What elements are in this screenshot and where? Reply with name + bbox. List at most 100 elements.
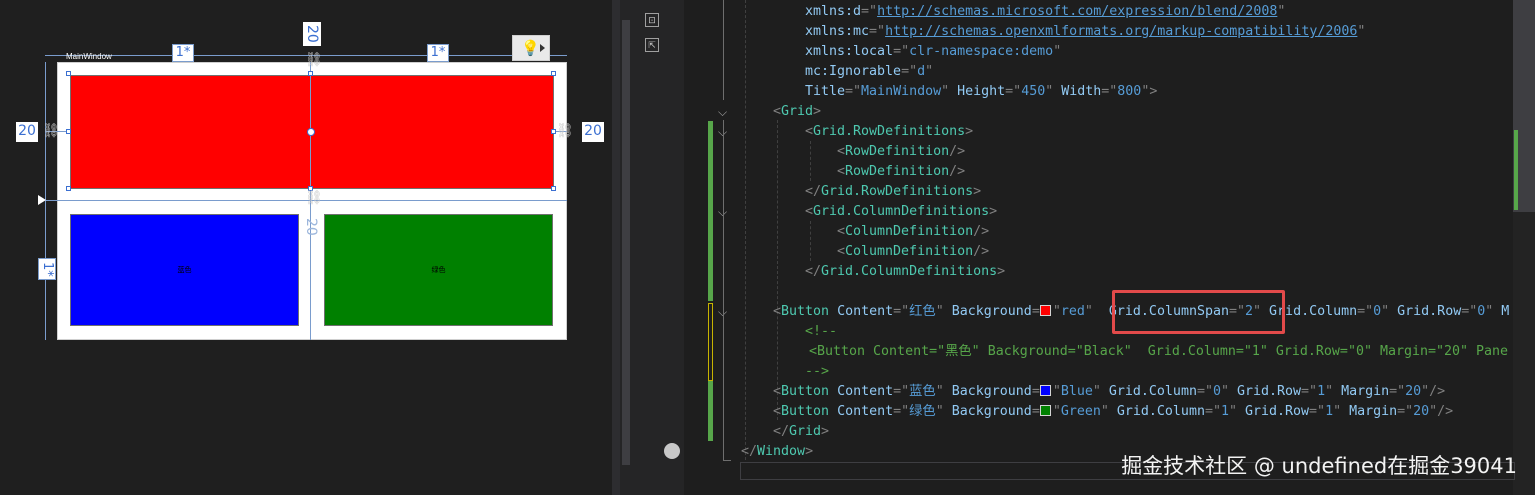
code-token-punc: =" (845, 84, 862, 99)
margin-top-link-icon[interactable]: ⛓ (305, 52, 323, 68)
collapse-pane-icon[interactable]: ⊡ (645, 13, 659, 27)
code-token-punc: < (805, 124, 814, 139)
code-token-punc: < (837, 224, 846, 239)
color-swatch-icon[interactable] (1039, 385, 1051, 396)
code-line-6[interactable]: <Grid> (773, 102, 821, 122)
code-token-attr: Title (805, 84, 846, 99)
margin-left-link-icon[interactable]: ⛓ (42, 123, 60, 139)
designer-vertical-scrollbar[interactable] (620, 0, 634, 495)
margin-bottom-link-icon[interactable]: ⛓ (305, 190, 323, 206)
green-button-preview[interactable]: 绿色 (324, 214, 553, 326)
code-token-attr: Height (957, 84, 1006, 99)
code-line-11[interactable]: <Grid.ColumnDefinitions> (805, 202, 997, 222)
indent-guide-3 (810, 141, 811, 181)
pane-splitter[interactable] (612, 0, 620, 495)
margin-left-value[interactable]: 20 (16, 122, 38, 142)
margin-right-link-icon[interactable]: ⛓ (556, 123, 574, 139)
margin-top-value[interactable]: 20 (303, 22, 321, 46)
code-line-13[interactable]: <ColumnDefinition/> (837, 242, 989, 262)
swap-panes-icon[interactable]: ⇱ (645, 38, 659, 52)
code-token-attr: M (1501, 304, 1510, 319)
indent-guide-1 (745, 0, 746, 460)
code-line-21[interactable]: </Grid> (773, 422, 829, 442)
code-line-9[interactable]: <RowDefinition/> (837, 162, 965, 182)
code-token-punc: " (1357, 24, 1366, 39)
change-indicator-2 (708, 381, 713, 441)
color-swatch-icon[interactable] (1039, 405, 1051, 416)
code-token-punc: =" (1397, 404, 1414, 419)
code-token-tag: Grid.ColumnDefinitions (821, 264, 998, 279)
code-token-punc: " (1333, 404, 1350, 419)
indent-guide-2 (777, 120, 778, 420)
code-line-12[interactable]: <ColumnDefinition/> (837, 222, 989, 242)
code-line-2[interactable]: xmlns:mc="http://schemas.openxmlformats.… (805, 22, 1365, 42)
resize-handle-ml[interactable] (66, 129, 71, 134)
code-token-tag: ColumnDefinition (845, 224, 974, 239)
resize-handle-tc[interactable] (308, 71, 313, 76)
editor-vertical-scrollbar[interactable] (1513, 0, 1535, 495)
code-line-1[interactable]: xmlns:d="http://schemas.microsoft.com/ex… (805, 2, 1285, 22)
code-line-4[interactable]: mc:Ignorable="d" (805, 62, 933, 82)
code-token-val: d (917, 64, 926, 79)
fold-guide-outer (723, 0, 724, 100)
code-line-19[interactable]: <Button Content="蓝色" Background= "Blue" G… (773, 382, 1445, 402)
quick-actions-button[interactable]: 💡 (512, 35, 550, 61)
code-token-punc: "/> (1421, 384, 1446, 399)
dropdown-arrow-icon (540, 44, 545, 52)
designer-scroll-thumb[interactable] (622, 20, 630, 465)
resize-handle-tr[interactable] (551, 71, 556, 76)
code-token-punc: =" (869, 24, 886, 39)
code-token-punc: " (935, 404, 952, 419)
code-token-punc: =" (1005, 84, 1022, 99)
code-token-punc: > (989, 204, 998, 219)
column-size-tag-left[interactable]: 1* (172, 44, 194, 62)
code-line-14[interactable]: </Grid.ColumnDefinitions> (805, 262, 1005, 282)
breakpoint-circle-icon[interactable] (664, 443, 680, 459)
code-token-val: 20 (1413, 404, 1430, 419)
margin-right-value[interactable]: 20 (582, 122, 604, 142)
code-token-val: MainWindow (861, 84, 942, 99)
resize-handle-bl[interactable] (66, 186, 71, 191)
scroll-change-mark (1514, 130, 1518, 210)
code-token-val: 450 (1021, 84, 1046, 99)
code-token-punc: =" (901, 64, 918, 79)
code-token-punc: =" (1196, 384, 1213, 399)
resize-handle-tl[interactable] (66, 71, 71, 76)
code-line-18[interactable]: --> (805, 362, 829, 382)
code-token-link: http://schemas.microsoft.com/expression/… (877, 4, 1278, 19)
code-token-tag: Button (781, 404, 830, 419)
code-token-punc: " (1100, 404, 1117, 419)
code-token-tag: Grid.RowDefinitions (821, 184, 974, 199)
code-line-7[interactable]: <Grid.RowDefinitions> (805, 122, 973, 142)
code-line-10[interactable]: </Grid.RowDefinitions> (805, 182, 981, 202)
blue-button-preview[interactable]: 蓝色 (70, 214, 299, 326)
color-swatch-icon[interactable] (1039, 305, 1051, 316)
code-line-17[interactable]: <Button Content="黑色" Background="Black" … (809, 342, 1508, 362)
column-size-tag-right[interactable]: 1* (427, 44, 449, 62)
code-line-3[interactable]: xmlns:local="clr-namespace:demo" (805, 42, 1061, 62)
code-line-8[interactable]: <RowDefinition/> (837, 142, 965, 162)
code-token-punc: =" (893, 44, 910, 59)
columnspan-highlight-box (1112, 290, 1285, 334)
code-token-punc: =" (893, 384, 910, 399)
code-line-16[interactable]: <!-- (805, 322, 837, 342)
lightbulb-icon: 💡 (521, 40, 540, 57)
code-line-22[interactable]: </Window> (741, 442, 813, 462)
code-token-punc: = (1031, 304, 1040, 319)
resize-handle-br[interactable] (551, 186, 556, 191)
code-token-punc: =" (893, 304, 910, 319)
code-line-20[interactable]: <Button Content="绿色" Background= "Green" … (773, 402, 1453, 422)
row-size-tag[interactable]: 1* (38, 258, 56, 280)
row-marker-arrow-icon[interactable] (38, 195, 46, 205)
center-anchor[interactable] (307, 128, 315, 136)
code-token-punc: " (1220, 384, 1237, 399)
code-token-attr: Content (837, 304, 894, 319)
code-token-attr: mc:Ignorable (805, 64, 902, 79)
code-line-5[interactable]: Title="MainWindow" Height="450" Width="8… (805, 82, 1157, 102)
fold-toggle-grid-icon[interactable]: ⌵ (718, 106, 727, 118)
code-token-punc: " (1381, 304, 1398, 319)
code-token-val: 800 (1117, 84, 1142, 99)
code-token-punc: < (837, 164, 846, 179)
